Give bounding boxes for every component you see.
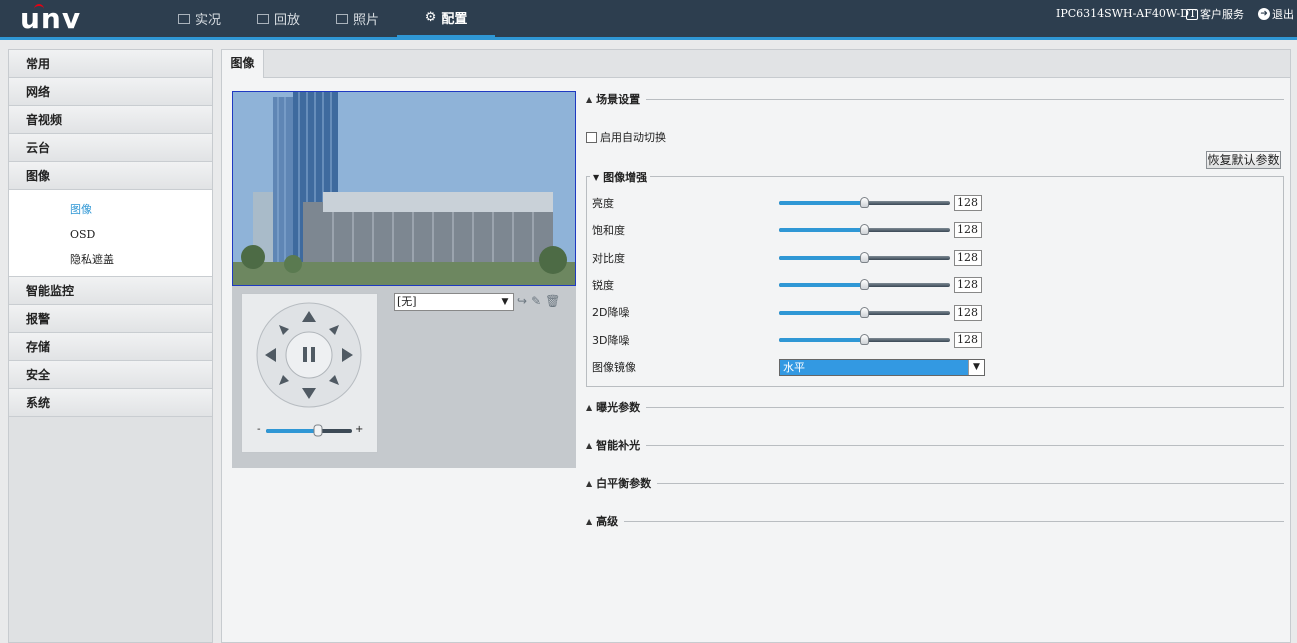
section-smart-light[interactable]: ▲ 智能补光 (586, 438, 1284, 452)
slider-handle[interactable] (860, 307, 869, 318)
ptz-control-box: - + (241, 293, 378, 453)
printer-icon (1186, 8, 1198, 20)
sidebar-item-security[interactable]: 安全 (9, 361, 212, 389)
monitor-icon (178, 13, 190, 24)
section-advanced[interactable]: ▲ 高级 (586, 514, 1284, 528)
auto-switch-checkbox[interactable]: 启用自动切换 (586, 129, 666, 145)
denoise-2d-slider[interactable] (779, 307, 950, 318)
sidebar-subitem-privacy-mask[interactable]: 隐私遮盖 (9, 247, 212, 272)
nav-config[interactable]: ⚙ 配置 (397, 0, 496, 37)
brand-logo: unv (20, 2, 82, 35)
service-link[interactable]: 客户服务 (1186, 6, 1244, 22)
edit-preset-icon[interactable]: ✎ (531, 294, 541, 308)
sidebar-item-system[interactable]: 系统 (9, 389, 212, 417)
preset-select[interactable]: [无] ▼ (394, 293, 514, 311)
saturation-value[interactable]: 128 (954, 222, 982, 238)
slider-handle[interactable] (860, 224, 869, 235)
playback-icon (257, 13, 270, 24)
delete-preset-icon[interactable]: 🗑 (545, 294, 560, 308)
slider-handle[interactable] (860, 279, 869, 290)
slider-handle[interactable] (860, 252, 869, 263)
goto-preset-icon[interactable]: ↪ (517, 294, 527, 308)
brightness-label: 亮度 (592, 197, 614, 210)
gear-icon: ⚙ (424, 10, 437, 25)
device-model: IPC6314SWH-AF40W-DT (1056, 7, 1197, 20)
zoom-plus-label: + (355, 424, 364, 435)
zoom-minus-label: - (257, 424, 261, 435)
top-bar: unv 实况 回放 照片 ⚙ 配置 IPC6314SWH-AF40W-DT 客户服… (0, 0, 1297, 40)
saturation-slider[interactable] (779, 224, 950, 235)
slider-handle[interactable] (860, 197, 869, 208)
tab-bar: 图像 (222, 50, 1290, 78)
expand-icon: ▼ (593, 172, 600, 182)
sharpness-label: 锐度 (592, 279, 614, 292)
tab-image[interactable]: 图像 (222, 50, 264, 78)
saturation-label: 饱和度 (592, 224, 625, 237)
checkbox-box[interactable] (586, 131, 597, 143)
sidebar-item-alarm[interactable]: 报警 (9, 305, 212, 333)
mirror-select[interactable]: 水平 ▼ (779, 359, 985, 376)
sharpness-value[interactable]: 128 (954, 277, 982, 293)
denoise-2d-label: 2D降噪 (592, 306, 630, 319)
image-enhance-group (586, 176, 1284, 387)
sidebar-item-network[interactable]: 网络 (9, 78, 212, 106)
denoise-3d-value[interactable]: 128 (954, 332, 982, 348)
sidebar-item-ptz[interactable]: 云台 (9, 134, 212, 162)
main-nav: 实况 回放 照片 ⚙ 配置 (160, 0, 496, 37)
restore-default-button[interactable]: 恢复默认参数 (1206, 151, 1281, 169)
slider-handle[interactable] (860, 334, 869, 345)
sidebar: 常用 网络 音视频 云台 图像 图像 OSD 隐私遮盖 智能监控 报警 存储 安… (8, 49, 213, 643)
nav-photo[interactable]: 照片 (318, 0, 397, 37)
sidebar-item-image[interactable]: 图像 (9, 162, 212, 190)
brightness-slider[interactable] (779, 197, 950, 208)
contrast-value[interactable]: 128 (954, 250, 982, 266)
sidebar-item-storage[interactable]: 存储 (9, 333, 212, 361)
chevron-down-icon: ▼ (501, 297, 509, 307)
sharpness-slider[interactable] (779, 279, 950, 290)
section-white-balance[interactable]: ▲ 白平衡参数 (586, 476, 1284, 490)
nav-playback[interactable]: 回放 (239, 0, 318, 37)
sidebar-item-common[interactable]: 常用 (9, 50, 212, 78)
sidebar-subitem-image[interactable]: 图像 (9, 197, 212, 222)
nav-live[interactable]: 实况 (160, 0, 239, 37)
denoise-3d-label: 3D降噪 (592, 334, 630, 347)
sidebar-item-smart[interactable]: 智能监控 (9, 277, 212, 305)
section-scene[interactable]: ▲ 场景设置 (586, 92, 1284, 106)
section-image-enhance[interactable]: ▼ 图像增强 (590, 169, 651, 185)
denoise-2d-value[interactable]: 128 (954, 305, 982, 321)
collapse-icon: ▲ (586, 516, 593, 526)
chevron-down-icon: ▼ (968, 360, 984, 375)
collapse-icon: ▲ (586, 94, 593, 104)
logout-icon: ➜ (1258, 8, 1270, 20)
live-video-image (233, 92, 575, 285)
collapse-icon: ▲ (586, 478, 593, 488)
collapse-icon: ▲ (586, 440, 593, 450)
mirror-label: 图像镜像 (592, 361, 636, 374)
section-exposure[interactable]: ▲ 曝光参数 (586, 400, 1284, 414)
collapse-icon: ▲ (586, 402, 593, 412)
video-preview[interactable] (232, 91, 576, 286)
sidebar-subitem-osd[interactable]: OSD (9, 222, 212, 247)
brightness-value[interactable]: 128 (954, 195, 982, 211)
contrast-label: 对比度 (592, 252, 625, 265)
denoise-3d-slider[interactable] (779, 334, 950, 345)
preset-tools: ↪ ✎ 🗑 (517, 294, 560, 308)
sidebar-subpanel-image: 图像 OSD 隐私遮盖 (9, 190, 212, 277)
contrast-slider[interactable] (779, 252, 950, 263)
logout-link[interactable]: ➜ 退出 (1258, 6, 1294, 22)
sidebar-item-audio-video[interactable]: 音视频 (9, 106, 212, 134)
photo-icon (336, 13, 349, 24)
